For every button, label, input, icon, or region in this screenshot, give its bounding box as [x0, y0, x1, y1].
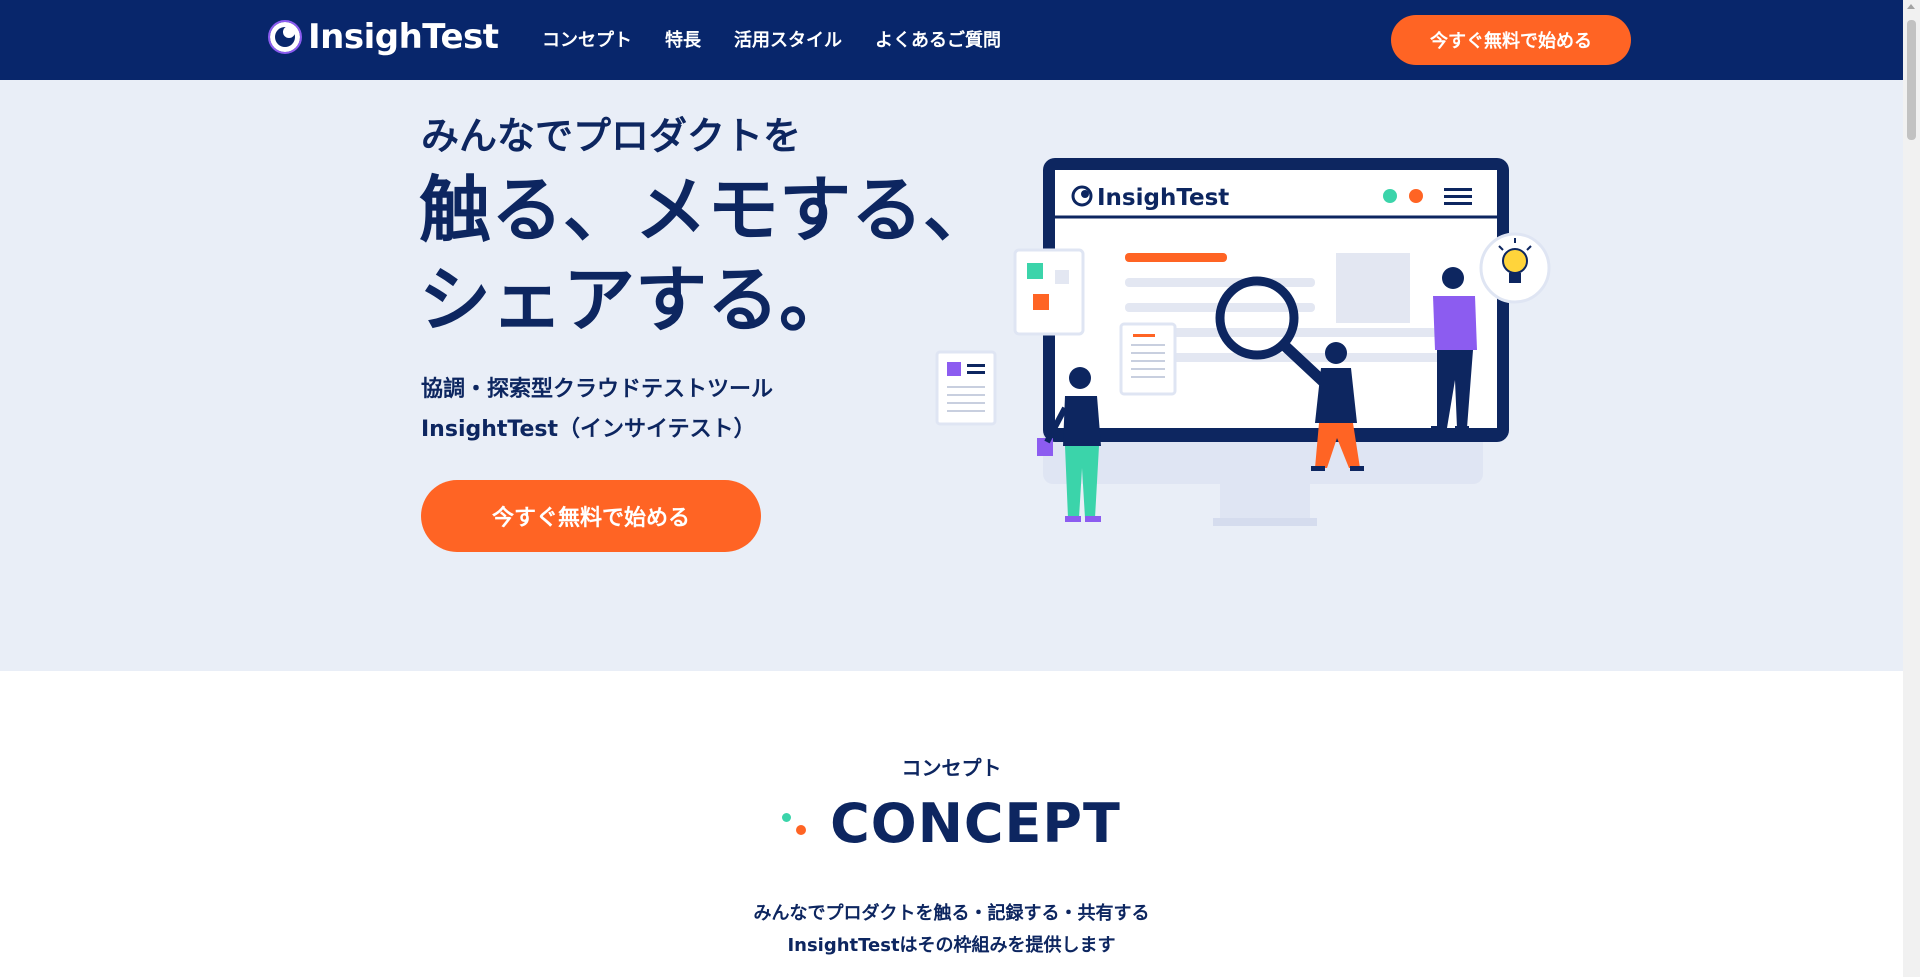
- hero-illustration: InsighTest: [935, 158, 1551, 526]
- hero-title-line1: 触る、メモする、: [419, 168, 996, 252]
- scrollbar-thumb[interactable]: [1907, 20, 1916, 140]
- screen-image-placeholder: [1336, 253, 1410, 323]
- concept-title: CONCEPT: [830, 792, 1121, 855]
- screen-menu-icon: [1444, 188, 1472, 205]
- screen-dot-green: [1383, 189, 1397, 203]
- header-start-free-button[interactable]: 今すぐ無料で始める: [1391, 15, 1631, 65]
- site-header: InsighTest コンセプト 特長 活用スタイル よくあるご質問 今すぐ無料…: [0, 0, 1903, 80]
- screen-heading-bar: [1125, 253, 1227, 262]
- concept-heading: CONCEPT: [0, 792, 1903, 855]
- hero-section: みんなでプロダクトを 触る、メモする、 シェアする。 協調・探索型クラウドテスト…: [0, 80, 1903, 671]
- page: InsighTest コンセプト 特長 活用スタイル よくあるご質問 今すぐ無料…: [0, 0, 1903, 977]
- nav-link-usage-styles[interactable]: 活用スタイル: [734, 26, 842, 52]
- hero-start-free-button[interactable]: 今すぐ無料で始める: [421, 480, 761, 552]
- scroll-up-arrow-icon[interactable]: [1907, 4, 1915, 9]
- main-nav: コンセプト 特長 活用スタイル よくあるご質問: [542, 26, 1001, 52]
- screen-dot-orange: [1409, 189, 1423, 203]
- floating-card-colors: [1013, 248, 1085, 336]
- site-logo[interactable]: InsighTest: [268, 17, 499, 57]
- lightbulb-icon: [1479, 232, 1551, 304]
- nav-link-faq[interactable]: よくあるご質問: [875, 26, 1001, 52]
- concept-label: コンセプト: [901, 756, 1002, 780]
- vertical-scrollbar[interactable]: [1903, 0, 1920, 977]
- hero-description: 協調・探索型クラウドテストツール InsightTest（インサイテスト）: [421, 370, 773, 450]
- hero-title: 触る、メモする、 シェアする。: [419, 165, 995, 345]
- logo-text: InsighTest: [308, 17, 499, 57]
- concept-dots-icon: [782, 809, 808, 839]
- hero-description-line1: 協調・探索型クラウドテストツール: [421, 377, 774, 402]
- hero-subtitle: みんなでプロダクトを: [421, 114, 802, 158]
- hero-title-line2: シェアする。: [419, 258, 852, 342]
- screen-logo-eye-pupil: [1081, 190, 1089, 198]
- concept-text-line2: InsightTestはその枠組みを提供します: [787, 935, 1116, 956]
- concept-text: みんなでプロダクトを触る・記録する・共有する InsightTestはその枠組み…: [0, 898, 1903, 962]
- nav-link-features[interactable]: 特長: [665, 26, 701, 52]
- nav-link-concept[interactable]: コンセプト: [542, 26, 632, 52]
- monitor-base: [1213, 518, 1317, 526]
- hero-description-line2: InsightTest（インサイテスト）: [421, 417, 756, 442]
- floating-card-document: [1119, 322, 1177, 396]
- screen-logo-text: InsighTest: [1097, 185, 1229, 211]
- floating-card-list: [935, 350, 997, 426]
- concept-text-line1: みんなでプロダクトを触る・記録する・共有する: [753, 903, 1150, 924]
- screen-line: [1125, 328, 1475, 337]
- logo-eye-icon: [268, 20, 302, 54]
- screen-line: [1125, 278, 1315, 287]
